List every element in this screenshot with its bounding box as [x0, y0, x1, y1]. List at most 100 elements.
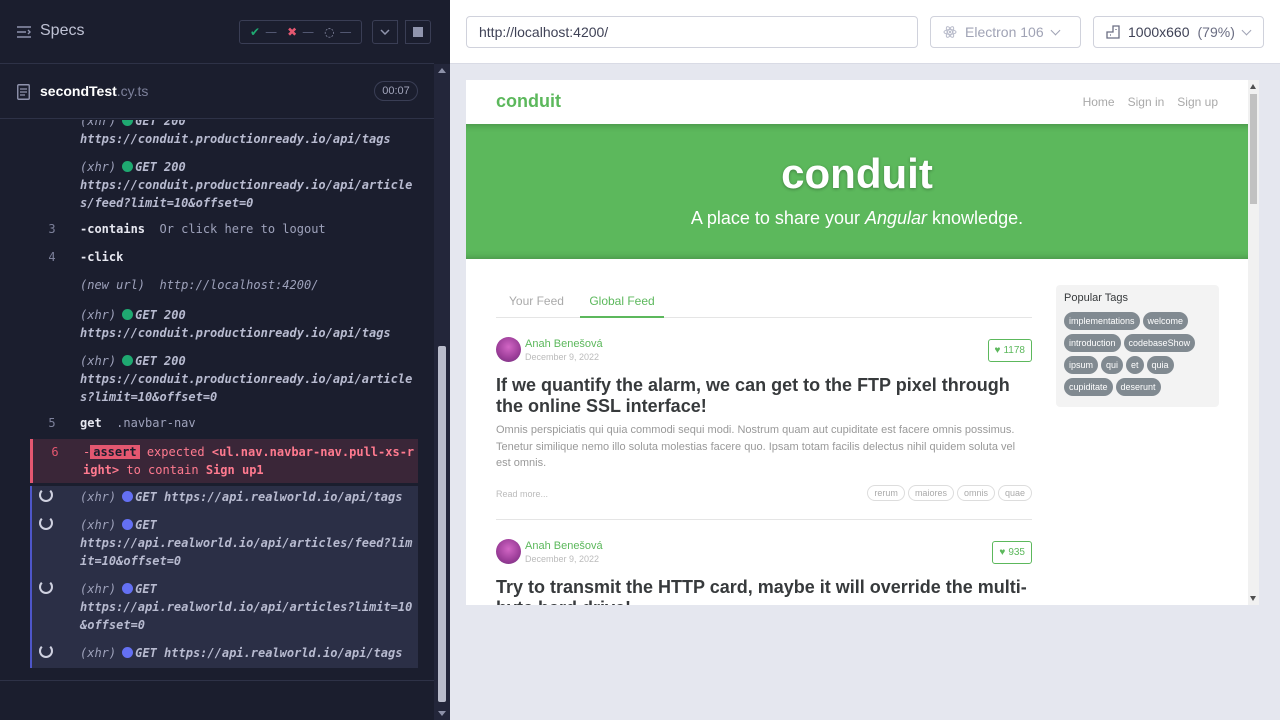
popular-tag[interactable]: ipsum: [1064, 356, 1099, 374]
passed-count: —: [265, 25, 278, 39]
command-name: -contains: [80, 222, 146, 236]
article-tags: rerum maiores omnis quae: [867, 485, 1032, 501]
stop-button[interactable]: [405, 20, 431, 44]
popular-tag[interactable]: et: [1126, 356, 1144, 374]
pending-row[interactable]: (xhr) GET https://api.realworld.io/api/art…: [30, 516, 418, 570]
xhr-method: GET: [135, 518, 157, 532]
popular-tag[interactable]: implementations: [1064, 312, 1140, 330]
command-log-panel: Specs ✔ — ✖ — ◌ — secondTest.cy.ts 00:07 (x…: [0, 0, 450, 720]
status-dot-icon: [122, 519, 134, 530]
popular-tag[interactable]: welcome: [1142, 312, 1189, 330]
feed-tabs: Your Feed Global Feed: [496, 285, 1032, 318]
browser-selector[interactable]: Electron 106: [930, 16, 1081, 48]
assert-tag: assert: [90, 445, 140, 459]
nav-link-home[interactable]: Home: [1083, 95, 1115, 109]
xhr-label: (xhr): [80, 518, 117, 532]
spec-duration: 00:07: [374, 81, 418, 101]
avatar[interactable]: [496, 539, 521, 564]
reporter-scrollbar[interactable]: [434, 64, 450, 720]
browser-name: Electron 106: [965, 24, 1044, 40]
viewport-selector[interactable]: 1000x660 (79%): [1093, 16, 1264, 48]
article-title[interactable]: Try to transmit the HTTP card, maybe it …: [496, 577, 1032, 605]
command-row[interactable]: (xhr) GET 200 https://conduit.productionr…: [30, 306, 418, 342]
command-row[interactable]: (new url) http://localhost:4200/: [30, 276, 418, 296]
xhr-label: (xhr): [80, 160, 117, 174]
scrollbar-thumb[interactable]: [1250, 94, 1257, 204]
xhr-method: GET: [135, 490, 157, 504]
pending-row[interactable]: (xhr) GET https://api.realworld.io/api/ta…: [30, 488, 418, 508]
article-title[interactable]: If we quantify the alarm, we can get to …: [496, 375, 1032, 417]
specs-title[interactable]: Specs: [40, 22, 84, 40]
command-row[interactable]: 3 -contains Or click here to logout: [30, 220, 418, 240]
article-description: Omnis perspiciatis qui quia commodi sequ…: [496, 424, 1016, 469]
status-dot-icon: [122, 583, 134, 594]
command-row[interactable]: (xhr) GET 200 https://conduit.productionr…: [30, 158, 418, 212]
popular-tag[interactable]: qui: [1101, 356, 1124, 374]
sidebar-title: Popular Tags: [1064, 292, 1129, 304]
electron-icon: [943, 26, 957, 38]
scroll-down-icon[interactable]: [1250, 596, 1256, 601]
url-bar[interactable]: http://localhost:4200/: [466, 16, 918, 48]
spec-filename[interactable]: secondTest.cy.ts: [40, 83, 148, 99]
xhr-label: (xhr): [80, 582, 117, 596]
xhr-method: GET 200: [135, 120, 186, 128]
scrollbar-thumb[interactable]: [438, 346, 446, 702]
command-row[interactable]: (xhr) GET 200 https://conduit.productionr…: [30, 352, 418, 406]
status-dot-icon: [122, 309, 134, 320]
nav-link-sign-in[interactable]: Sign in: [1128, 95, 1165, 109]
status-dot-icon: [122, 647, 134, 658]
spinner-icon: [39, 516, 53, 530]
scroll-down-icon[interactable]: [438, 711, 446, 716]
pending-row[interactable]: (xhr) GET https://api.realworld.io/api/ta…: [30, 644, 418, 664]
xhr-url: https://api.realworld.io/api/tags: [164, 646, 403, 660]
spinner-icon: [39, 580, 53, 594]
read-more-link[interactable]: Read more...: [496, 489, 548, 499]
popular-tag[interactable]: codebaseShow: [1123, 334, 1196, 352]
author-link[interactable]: Anah Benešová: [525, 540, 603, 552]
app-scrollbar[interactable]: [1248, 80, 1259, 605]
tag-pill: maiores: [907, 485, 954, 501]
failed-assert-row[interactable]: 6 - assert expected <ul.nav.navbar-nav.pu…: [30, 439, 418, 483]
spec-file-row: secondTest.cy.ts 00:07: [0, 64, 434, 119]
aut-header: http://localhost:4200/ Electron 106 1000…: [450, 0, 1280, 64]
tab-your-feed[interactable]: Your Feed: [509, 294, 564, 308]
collapse-button[interactable]: [372, 20, 398, 44]
command-row[interactable]: (xhr) GET 200 https://conduit.productionr…: [30, 120, 418, 148]
status-dot-icon: [122, 491, 134, 502]
xhr-url: https://conduit.productionready.io/api/a…: [80, 372, 413, 404]
check-icon: ✔: [250, 25, 261, 39]
spec-name: secondTest: [40, 83, 117, 99]
popular-tag[interactable]: quia: [1146, 356, 1174, 374]
scroll-up-icon[interactable]: [1250, 84, 1256, 89]
article-date: December 9, 2022: [525, 554, 600, 564]
navbar-brand[interactable]: conduit: [496, 91, 561, 112]
command-arg: .navbar-nav: [116, 416, 196, 430]
failed-count: —: [302, 25, 315, 39]
pending-row[interactable]: (xhr) GET https://api.realworld.io/api/art…: [30, 580, 418, 634]
favorite-button[interactable]: ♥ 1178: [987, 339, 1032, 362]
command-row[interactable]: 5 get .navbar-nav: [30, 414, 418, 434]
status-dot-icon: [122, 355, 134, 366]
popular-tag[interactable]: deserunt: [1115, 378, 1161, 396]
popular-tag[interactable]: cupiditate: [1064, 378, 1113, 396]
failed-stat: ✖ —: [287, 25, 314, 39]
command-row[interactable]: 4 -click: [30, 248, 418, 268]
chevron-down-icon: [1050, 25, 1061, 35]
list-icon[interactable]: [16, 24, 32, 40]
banner-tagline: A place to share your Angular knowledge.: [690, 208, 1024, 228]
author-link[interactable]: Anah Benešová: [525, 338, 603, 350]
tab-global-feed[interactable]: Global Feed: [580, 294, 664, 318]
scroll-up-icon[interactable]: [438, 68, 446, 73]
favorite-button[interactable]: ♥ 935: [992, 541, 1032, 564]
app-navbar: conduit Home Sign in Sign up: [466, 80, 1248, 124]
popular-tag[interactable]: introduction: [1064, 334, 1121, 352]
nav-link-sign-up[interactable]: Sign up: [1177, 95, 1218, 109]
avatar[interactable]: [496, 337, 521, 362]
cross-icon: ✖: [287, 25, 298, 39]
command-number: 4: [48, 250, 56, 264]
command-number: 3: [48, 222, 56, 236]
xhr-url: https://api.realworld.io/api/tags: [164, 490, 403, 504]
pending-circle-icon: ◌: [324, 25, 335, 39]
command-number: 5: [48, 416, 56, 430]
xhr-url: https://conduit.productionready.io/api/a…: [80, 178, 413, 210]
